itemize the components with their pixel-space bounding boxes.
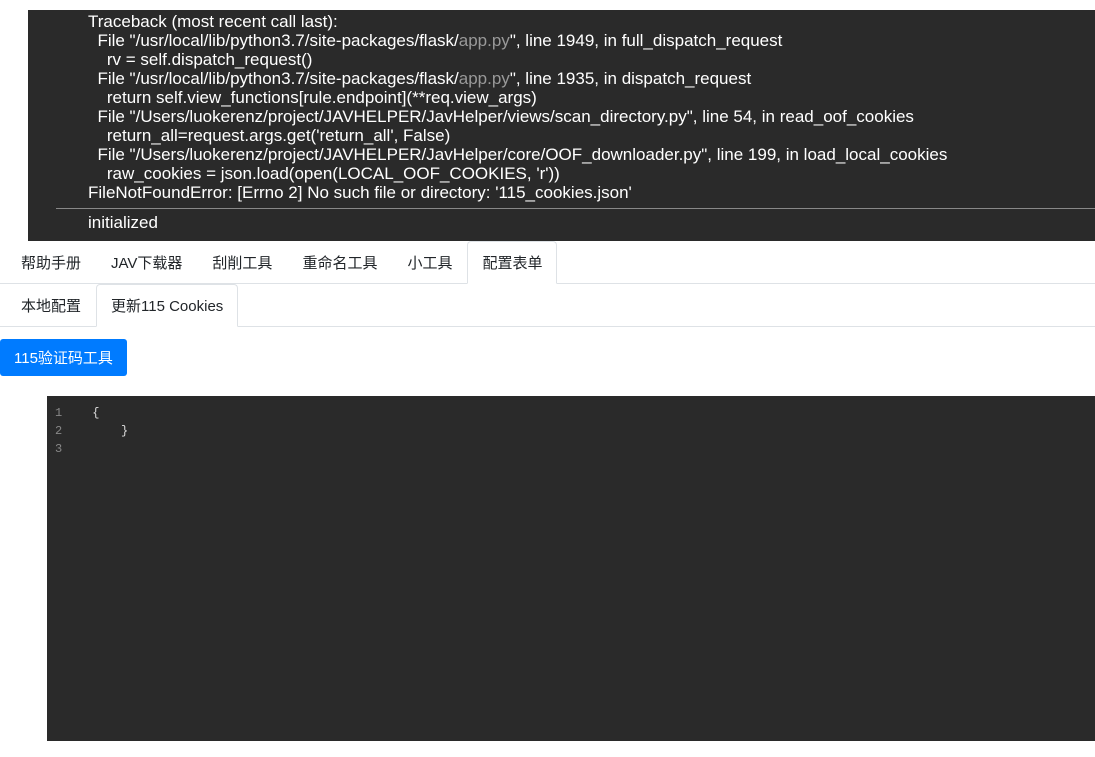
traceback-header: Traceback (most recent call last): — [88, 12, 1063, 31]
gutter-line-number: 2 — [55, 422, 62, 440]
log-message: initialized — [56, 209, 1095, 241]
traceback-file-line: File "/usr/local/lib/python3.7/site-pack… — [88, 31, 1063, 50]
main-tab-3[interactable]: 重命名工具 — [287, 241, 392, 284]
main-tab-0[interactable]: 帮助手册 — [6, 241, 96, 284]
console-area: Traceback (most recent call last): File … — [28, 10, 1095, 241]
sub-tab-bar: 本地配置更新115 Cookies — [0, 284, 1095, 327]
main-tab-1[interactable]: JAV下载器 — [96, 241, 197, 284]
traceback-file-dim: app.py — [459, 69, 510, 88]
traceback-code-line: rv = self.dispatch_request() — [88, 50, 1063, 69]
main-tab-5[interactable]: 配置表单 — [467, 241, 557, 284]
editor-gutter: 123 — [47, 396, 72, 741]
gutter-line-number: 1 — [55, 404, 62, 422]
traceback-file-line: File "/Users/luokerenz/project/JAVHELPER… — [88, 145, 1063, 164]
code-line[interactable]: } — [92, 422, 1095, 440]
verification-tool-button[interactable]: 115验证码工具 — [0, 339, 127, 376]
editor-content[interactable]: { } — [72, 396, 1095, 741]
traceback-error: FileNotFoundError: [Errno 2] No such fil… — [88, 183, 1063, 202]
button-bar: 115验证码工具 — [0, 327, 1095, 376]
code-editor[interactable]: 123 { } — [47, 396, 1095, 741]
main-tab-2[interactable]: 刮削工具 — [197, 241, 287, 284]
traceback-file-dim: app.py — [459, 31, 510, 50]
main-tab-bar: 帮助手册JAV下载器刮削工具重命名工具小工具配置表单 — [0, 241, 1095, 284]
sub-tab-1[interactable]: 更新115 Cookies — [96, 284, 238, 327]
traceback-block: Traceback (most recent call last): File … — [56, 10, 1095, 204]
code-line[interactable]: { — [92, 404, 1095, 422]
traceback-code-line: return_all=request.args.get('return_all'… — [88, 126, 1063, 145]
main-tab-4[interactable]: 小工具 — [392, 241, 467, 284]
traceback-code-line: return self.view_functions[rule.endpoint… — [88, 88, 1063, 107]
sub-tab-0[interactable]: 本地配置 — [6, 284, 96, 327]
gutter-line-number: 3 — [55, 440, 62, 458]
traceback-file-line: File "/Users/luokerenz/project/JAVHELPER… — [88, 107, 1063, 126]
traceback-code-line: raw_cookies = json.load(open(LOCAL_OOF_C… — [88, 164, 1063, 183]
traceback-file-line: File "/usr/local/lib/python3.7/site-pack… — [88, 69, 1063, 88]
